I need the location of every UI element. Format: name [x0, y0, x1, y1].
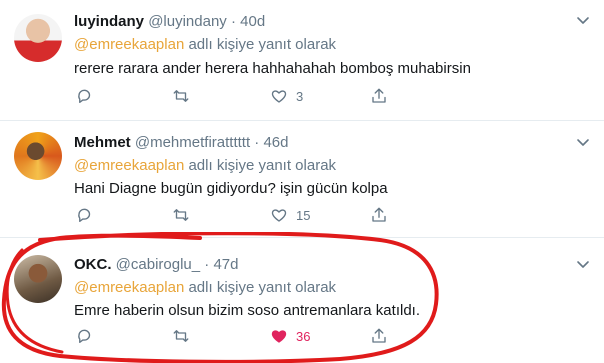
retweet-button[interactable] [172, 205, 198, 225]
tweet-actions: 3 [74, 86, 394, 106]
share-button[interactable] [370, 86, 388, 106]
avatar[interactable] [14, 255, 62, 303]
reply-context-label: adlı kişiye yanıt olarak [184, 279, 337, 296]
share-icon [372, 88, 386, 103]
heart-icon [271, 330, 287, 343]
retweet-button[interactable] [172, 86, 198, 106]
display-name[interactable]: Mehmet [74, 134, 131, 151]
mention-link[interactable]: @emreekaaplan [74, 279, 184, 296]
tweet[interactable]: luyindany @luyindany · 40d @emreekaaplan… [0, 0, 604, 121]
reply-icon [78, 89, 91, 103]
tweet-text: rerere rarara ander herera hahhahahah bo… [74, 60, 471, 77]
like-count: 36 [296, 328, 311, 344]
share-button[interactable] [370, 205, 388, 225]
separator-dot: · [254, 134, 260, 151]
avatar[interactable] [14, 14, 62, 62]
heart-icon [271, 209, 287, 222]
reply-context-label: adlı kişiye yanıt olarak [184, 36, 337, 53]
user-handle[interactable]: @mehmetfiratttttt [135, 134, 250, 151]
reply-button[interactable] [76, 326, 102, 346]
mention-link[interactable]: @emreekaaplan [74, 36, 184, 53]
reply-context: @emreekaaplan adlı kişiye yanıt olarak [74, 157, 336, 174]
tweet-actions: 15 [74, 205, 394, 225]
separator-dot: · [204, 256, 210, 273]
share-button[interactable] [370, 326, 388, 346]
retweet-button[interactable] [172, 326, 198, 346]
mention-link[interactable]: @emreekaaplan [74, 157, 184, 174]
chevron-down-icon[interactable] [576, 138, 590, 148]
avatar[interactable] [14, 132, 62, 180]
tweet-header: Mehmet @mehmetfiratttttt · 46d [74, 134, 289, 151]
user-handle[interactable]: @luyindany [148, 13, 227, 30]
tweet-header: OKC. @cabiroglu_ · 47d [74, 256, 239, 273]
user-handle[interactable]: @cabiroglu_ [116, 256, 200, 273]
tweet-text: Hani Diagne bugün gidiyordu? işin gücün … [74, 180, 388, 197]
reply-icon [78, 329, 91, 343]
share-icon [372, 328, 386, 343]
chevron-down-icon[interactable] [576, 16, 590, 26]
like-count: 3 [296, 88, 304, 104]
chevron-down-icon[interactable] [576, 260, 590, 270]
separator-dot: · [230, 13, 236, 30]
timestamp[interactable]: 47d [213, 256, 238, 273]
like-button[interactable]: 36 [270, 326, 310, 346]
reply-button[interactable] [76, 86, 102, 106]
retweet-icon [173, 330, 189, 342]
display-name[interactable]: OKC. [74, 256, 112, 273]
tweet[interactable]: Mehmet @mehmetfiratttttt · 46d @emreekaa… [0, 122, 604, 238]
retweet-icon [173, 209, 189, 221]
reply-context: @emreekaaplan adlı kişiye yanıt olarak [74, 279, 336, 296]
heart-icon [271, 90, 287, 103]
tweet-text: Emre haberin olsun bizim soso antremanla… [74, 302, 420, 319]
tweet-header: luyindany @luyindany · 40d [74, 13, 265, 30]
reply-context-label: adlı kişiye yanıt olarak [184, 157, 337, 174]
tweet-actions: 36 [74, 326, 394, 346]
timestamp[interactable]: 40d [240, 13, 265, 30]
tweet[interactable]: OKC. @cabiroglu_ · 47d @emreekaaplan adl… [0, 239, 604, 363]
display-name[interactable]: luyindany [74, 13, 144, 30]
reply-button[interactable] [76, 205, 102, 225]
reply-icon [78, 208, 91, 222]
like-button[interactable]: 15 [270, 205, 310, 225]
reply-context: @emreekaaplan adlı kişiye yanıt olarak [74, 36, 336, 53]
like-button[interactable]: 3 [270, 86, 303, 106]
like-count: 15 [296, 207, 311, 223]
timestamp[interactable]: 46d [263, 134, 288, 151]
share-icon [372, 207, 386, 222]
retweet-icon [173, 90, 189, 102]
